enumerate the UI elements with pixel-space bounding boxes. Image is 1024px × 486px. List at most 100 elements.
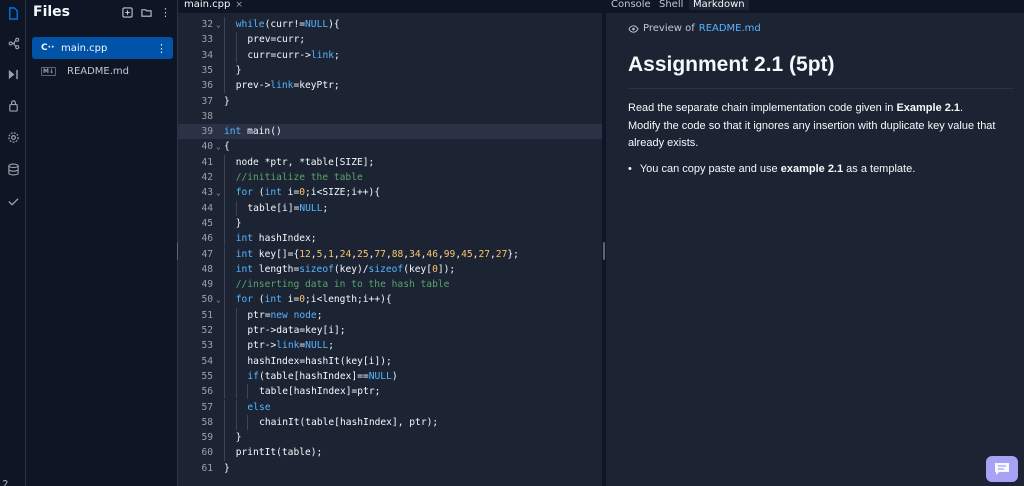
line-number: 58 [201, 416, 213, 428]
indent-guide [224, 32, 225, 48]
code-line[interactable]: 45} [178, 215, 602, 232]
list-text: You can copy paste and use [639, 163, 781, 175]
pane-resize-handle[interactable] [603, 242, 605, 260]
right-panel: Console Shell Markdown Preview of README… [606, 0, 1024, 486]
indent-guide [224, 277, 225, 293]
code-line[interactable]: 38 [178, 109, 602, 124]
code-text: } [224, 95, 230, 107]
code-line[interactable]: 42 //initialize the table [178, 170, 602, 186]
indent-guide [224, 231, 225, 247]
file-item-readme-md[interactable]: M↓ README.md [32, 60, 173, 82]
code-line[interactable]: 36 prev->link=keyPtr; [178, 78, 602, 94]
code-line[interactable]: 41 node *ptr, *table[SIZE]; [178, 154, 602, 170]
tab-shell[interactable]: Shell [659, 0, 683, 10]
line-number: 34 [201, 49, 213, 61]
line-number: 52 [201, 325, 213, 336]
code-editor[interactable]: main.cpp × 32 ⌄ while(curr!=NULL){33 prev=c… [178, 0, 602, 486]
line-number: 56 [201, 386, 213, 398]
code-line[interactable]: 37} [178, 94, 602, 109]
code-line[interactable]: 50 ⌄ for (int i=0;i<length;i++){ [178, 292, 602, 308]
new-file-icon[interactable] [122, 6, 133, 19]
indent-guide [224, 292, 225, 308]
code-line[interactable]: 61} [178, 461, 602, 476]
code-line[interactable]: 35} [178, 62, 602, 79]
code-line[interactable]: 55 if(table[hashIndex]==NULL) [178, 368, 602, 385]
file-item-main-cpp[interactable]: C·· main.cpp ⋮ [32, 37, 173, 59]
code-line[interactable]: 33 prev=curr; [178, 32, 602, 48]
close-tab-icon[interactable]: × [235, 0, 243, 10]
indent-guide [235, 32, 237, 48]
indent-guide [224, 430, 225, 446]
chat-button[interactable] [986, 456, 1018, 482]
code-text: table[i]=NULL; [247, 202, 329, 214]
tab-markdown[interactable]: Markdown [689, 0, 749, 10]
code-line[interactable]: 53 ptr->link=NULL; [178, 338, 602, 354]
indent-guide [235, 338, 237, 354]
code-line[interactable]: 54 hashIndex=hashIt(key[i]); [178, 353, 602, 369]
code-text: int key[]={12,5,1,24,25,77,88,34,46,99,4… [235, 248, 519, 260]
lock-icon[interactable] [0, 94, 26, 116]
preview-prefix: Preview of [643, 23, 695, 34]
tab-console[interactable]: Console [611, 0, 651, 10]
code-line[interactable]: 59} [178, 430, 602, 446]
tab-label: main.cpp [184, 0, 231, 10]
markdown-paragraph: Read the separate chain implementation c… [628, 100, 998, 153]
line-number: 41 [201, 156, 213, 168]
code-line[interactable]: 34 curr=curr->link; [178, 47, 602, 63]
paragraph-bold: Example 2.1 [896, 102, 961, 114]
code-line[interactable]: 58 chainIt(table[hashIndex], ptr); [178, 414, 602, 431]
code-line[interactable]: 57 else [178, 399, 602, 415]
fold-chevron-icon[interactable]: ⌄ [216, 185, 221, 200]
code-line[interactable]: 39 int main() [178, 124, 602, 140]
line-number: 42 [201, 172, 213, 183]
code-line[interactable]: 43 ⌄ for (int i=0;i<SIZE;i++){ [178, 185, 602, 201]
code-text: ptr->link=NULL; [247, 340, 335, 352]
code-line[interactable]: 47 int key[]={12,5,1,24,25,77,88,34,46,99… [178, 246, 602, 262]
code-text: node *ptr, *table[SIZE]; [235, 156, 375, 168]
code-text: else [247, 401, 271, 413]
checkmark-icon[interactable] [0, 190, 26, 212]
line-number: 57 [201, 401, 213, 413]
cpp-file-icon: C·· [41, 43, 55, 53]
new-folder-icon[interactable] [141, 6, 152, 19]
chat-icon [995, 463, 1009, 475]
code-text: } [235, 432, 242, 444]
line-number: 38 [201, 110, 213, 122]
line-number: 55 [201, 370, 213, 382]
code-text: int hashIndex; [235, 233, 317, 245]
code-line[interactable]: 60 printIt(table); [178, 445, 602, 461]
version-control-icon[interactable] [0, 32, 26, 54]
tab-main-cpp[interactable]: main.cpp × [184, 0, 243, 10]
code-line[interactable]: 48 int length=sizeof(key)/sizeof(key[0]); [178, 261, 602, 278]
indent-guide [224, 353, 225, 369]
code-line[interactable]: 46 int hashIndex; [178, 231, 602, 247]
help-icon[interactable]: ? [2, 478, 8, 486]
code-line[interactable]: 32 ⌄ while(curr!=NULL){ [178, 17, 602, 33]
bullet: • [628, 163, 632, 175]
more-options-icon[interactable]: ⋮ [160, 6, 171, 19]
code-text: prev->link=keyPtr; [235, 80, 340, 92]
line-number: 39 [201, 126, 213, 138]
list-bold: example 2.1 [780, 163, 844, 175]
fold-chevron-icon[interactable]: ⌄ [216, 139, 221, 154]
files-icon[interactable] [0, 2, 26, 24]
fold-chevron-icon[interactable]: ⌄ [216, 292, 221, 307]
line-number: 53 [201, 340, 213, 352]
eye-icon [628, 24, 639, 33]
code-line[interactable]: 40 ⌄{ [178, 139, 602, 154]
code-text: } [235, 64, 242, 76]
fold-chevron-icon[interactable]: ⌄ [216, 17, 221, 32]
settings-gear-icon[interactable] [0, 126, 26, 148]
code-line[interactable]: 44 table[i]=NULL; [178, 200, 602, 216]
indent-guide [224, 323, 225, 339]
file-menu-icon[interactable]: ⋮ [156, 42, 167, 55]
preview-file-link[interactable]: README.md [699, 23, 761, 34]
indent-guide [224, 154, 225, 170]
run-icon[interactable] [0, 63, 26, 85]
code-line[interactable]: 49 //inserting data in to the hash table [178, 277, 602, 293]
code-line[interactable]: 52 ptr->data=key[i]; [178, 323, 602, 339]
database-icon[interactable] [0, 158, 26, 180]
code-line[interactable]: 51 ptr=new node; [178, 307, 602, 323]
code-line[interactable]: 56 table[hashIndex]=ptr; [178, 384, 602, 400]
line-number: 37 [201, 95, 213, 107]
